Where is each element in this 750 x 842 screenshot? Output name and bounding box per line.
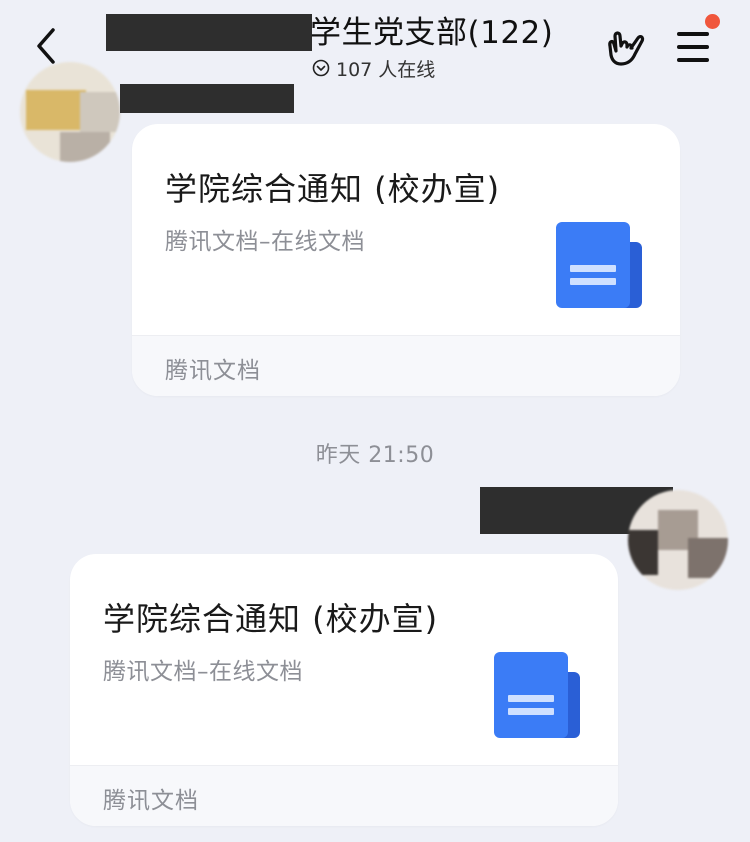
hand-gesture-button[interactable] [600,24,648,72]
online-count: 107 人在线 [336,58,436,81]
card-footer: 腾讯文档 [132,335,680,396]
card-subtitle: 腾讯文档–在线文档 [103,659,303,685]
card-title: 学院综合通知 (校办宣) [165,170,501,208]
card-subtitle: 腾讯文档–在线文档 [165,229,365,255]
doc-share-card[interactable]: 学院综合通知 (校办宣) 腾讯文档–在线文档 腾讯文档 [70,554,618,826]
menu-button[interactable] [672,14,720,70]
online-status[interactable]: 107 人在线 [312,55,435,81]
card-source-label: 腾讯文档 [165,358,261,384]
doc-share-card[interactable]: 学院综合通知 (校办宣) 腾讯文档–在线文档 腾讯文档 [132,124,680,396]
chevron-left-icon [37,28,55,64]
card-title: 学院综合通知 (校办宣) [103,600,439,638]
hand-gesture-icon [608,31,645,66]
notification-badge [705,14,720,29]
card-source-label: 腾讯文档 [103,788,199,814]
redacted-group-name [106,14,312,51]
message-timestamp: 昨天 21:50 [315,443,435,468]
card-footer: 腾讯文档 [70,765,618,826]
redacted-sender-name [120,84,294,113]
sender-avatar[interactable] [628,490,728,590]
chevron-down-circle-icon [312,59,330,77]
chat-title: 学生党支部(122) [310,15,554,51]
sender-avatar[interactable] [20,62,120,162]
tencent-doc-icon [494,652,580,738]
tencent-doc-icon [556,222,642,308]
